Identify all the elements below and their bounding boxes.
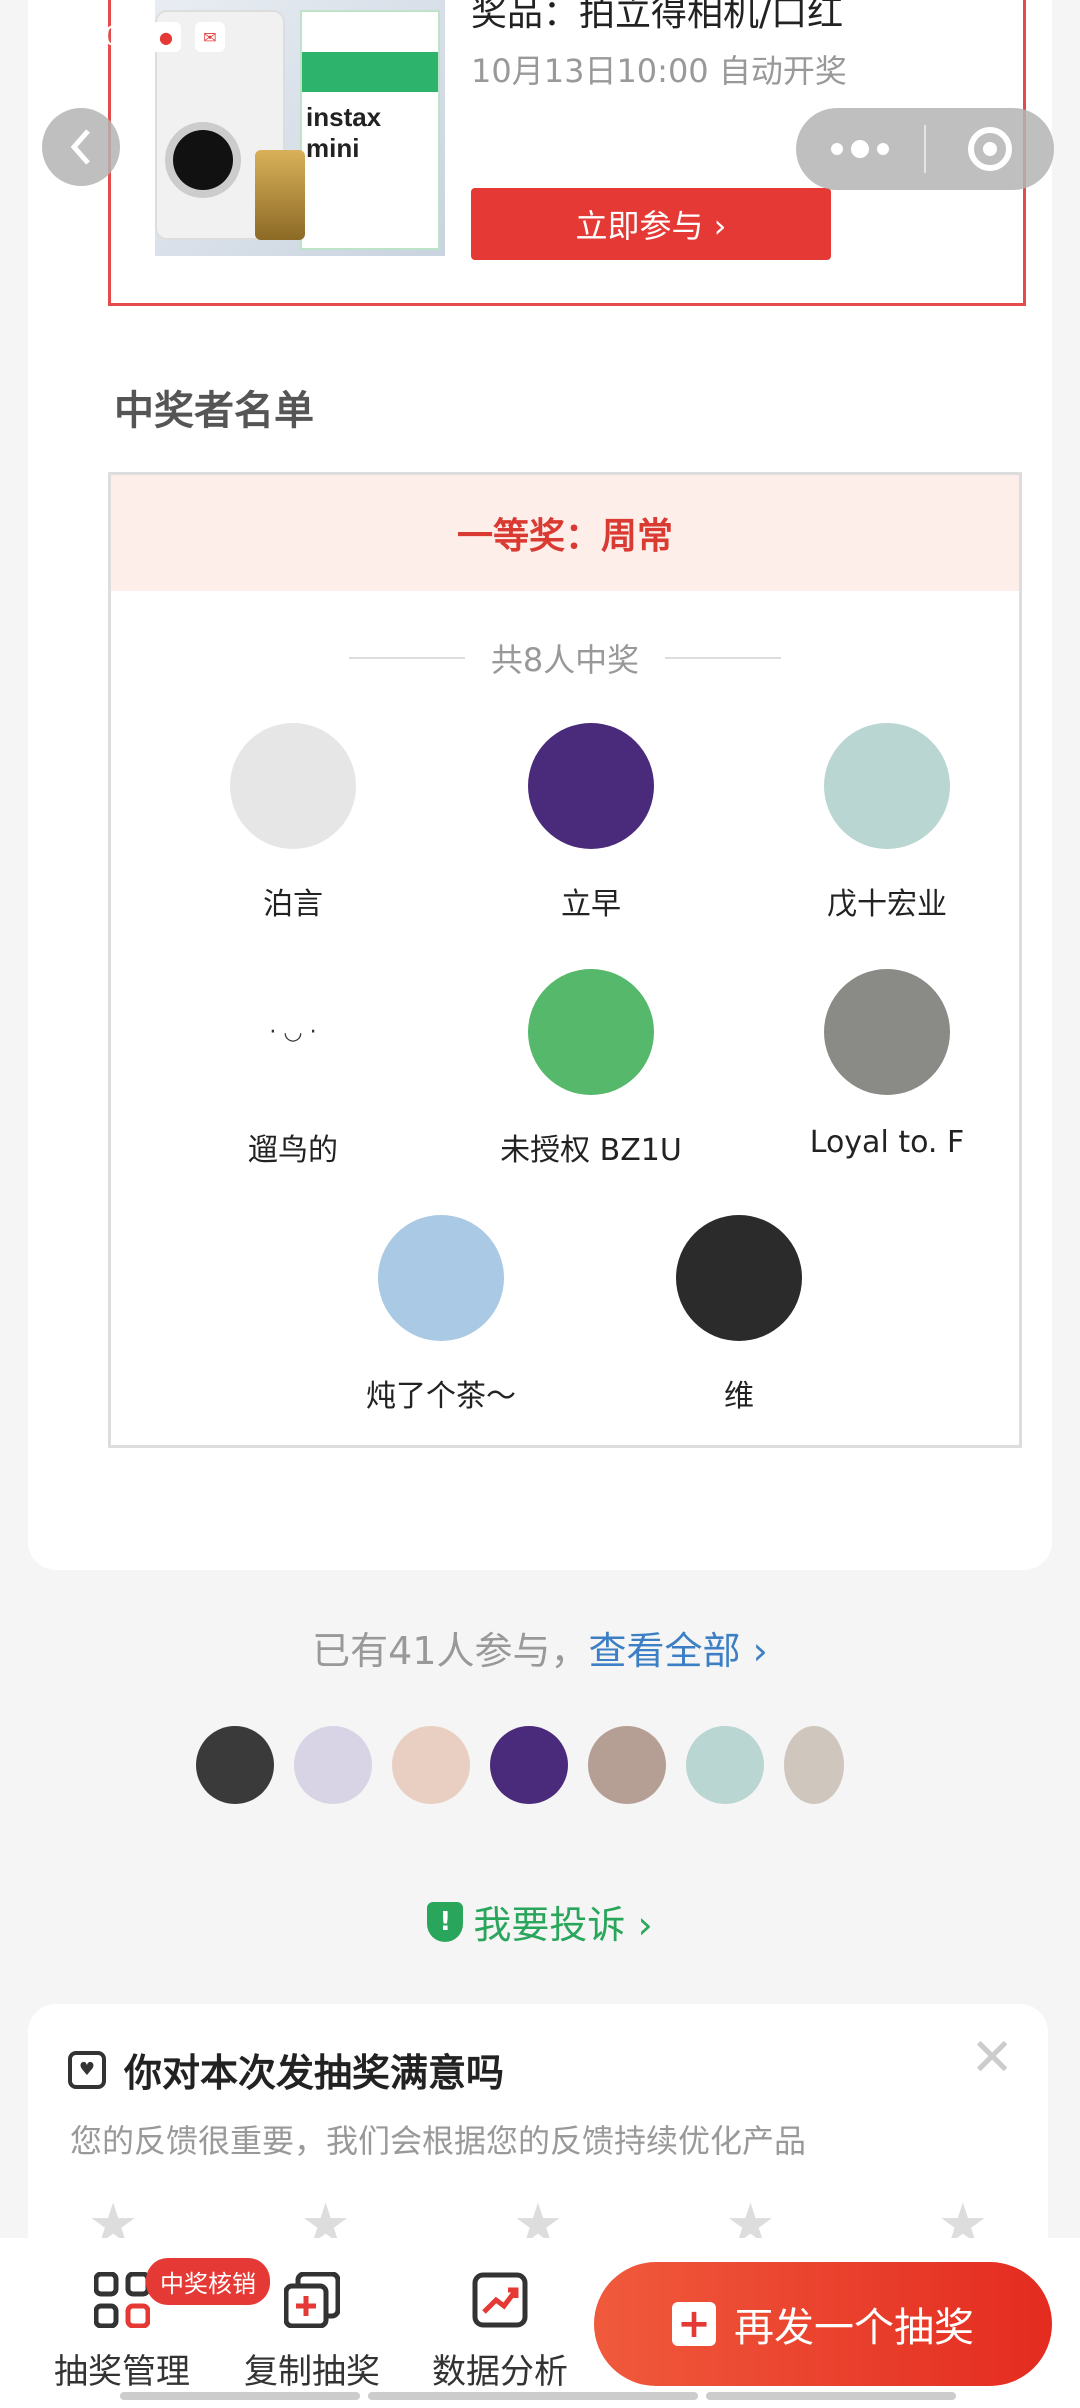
avatar <box>676 1215 802 1341</box>
winner-item: 未授权 BZ1U <box>471 969 711 1169</box>
lipstick-image <box>255 150 305 240</box>
participant-avatars[interactable] <box>196 1726 844 1804</box>
avatar <box>378 1215 504 1341</box>
home-indicator <box>120 2392 960 2400</box>
lottery-card: instax mini 奖品：拍立得相机/口红 10月13日10:00 自动开奖… <box>28 0 1052 1570</box>
winner-name: Loyal to. F <box>809 1125 965 1160</box>
feedback-title-label: 你对本次发抽奖满意吗 <box>124 2051 505 2095</box>
chevron-left-icon <box>70 129 90 165</box>
mini-program-capsule <box>796 108 1054 190</box>
status-time: 11:09 <box>62 22 137 52</box>
winner-item: 泊言 <box>173 723 413 923</box>
plus-icon: + <box>672 2301 716 2347</box>
avatar <box>294 1726 372 1804</box>
winner-item: 维 <box>619 1215 859 1415</box>
avatar <box>784 1726 844 1804</box>
tab-data-analysis[interactable]: 数据分析 <box>410 2272 590 2393</box>
prize-draw-time: 10月13日10:00 自动开奖 <box>471 52 847 90</box>
tab-label: 复制抽奖 <box>244 2352 380 2392</box>
winner-name: 未授权 BZ1U <box>500 1133 682 1168</box>
feedback-subtitle: 您的反馈很重要，我们会根据您的反馈持续优化产品 <box>70 2122 807 2160</box>
trend-chart-icon <box>472 2272 528 2328</box>
shield-icon: ! <box>427 1901 464 1942</box>
winners-section-title: 中奖者名单 <box>114 388 314 434</box>
avatar <box>230 723 356 849</box>
close-icon[interactable]: ✕ <box>970 2028 1014 2088</box>
heart-icon: ♥ <box>68 2050 106 2089</box>
winners-list: 一等奖：周常 共8人中奖 泊言 立早 戊十宏业 · ◡ · 遛鸟的 未授权 BZ… <box>108 472 1022 1448</box>
film-brand: instax mini <box>306 102 382 163</box>
copy-icon <box>283 2271 341 2329</box>
mail-notification-icon: ✉ <box>194 22 225 52</box>
winner-name: 立早 <box>561 887 621 922</box>
grid-icon <box>93 2271 151 2329</box>
avatar <box>528 723 654 849</box>
tab-label: 抽奖管理 <box>54 2352 190 2392</box>
complain-label: 我要投诉 › <box>473 1903 653 1947</box>
participants-text: 已有41人参与， <box>312 1629 589 1673</box>
winner-name: 遛鸟的 <box>248 1133 338 1168</box>
winner-item: · ◡ · 遛鸟的 <box>173 969 413 1169</box>
prize-title: 奖品：拍立得相机/口红 <box>471 0 844 34</box>
complain-link[interactable]: ! 我要投诉 › <box>0 1894 1080 1949</box>
status-bar: 11:09 ● ✉ <box>62 22 225 52</box>
target-icon <box>968 127 1012 171</box>
winner-name: 泊言 <box>263 887 323 922</box>
avatar <box>588 1726 666 1804</box>
avatar <box>196 1726 274 1804</box>
more-dots-icon <box>831 143 843 155</box>
winner-name: 戊十宏业 <box>827 887 947 922</box>
film-pack-image: instax mini <box>300 10 440 250</box>
avatar <box>686 1726 764 1804</box>
app-notification-icon: ● <box>150 22 181 52</box>
tab-label: 数据分析 <box>432 2352 568 2392</box>
prize-tier: 一等奖：周常 <box>111 475 1019 591</box>
avatar: · ◡ · <box>230 969 356 1095</box>
more-button[interactable] <box>796 108 924 190</box>
back-button[interactable] <box>42 108 120 186</box>
bottom-toolbar: 抽奖管理 中奖核销 复制抽奖 数据分析 + 再发一个抽奖 <box>0 2238 1080 2408</box>
avatar <box>490 1726 568 1804</box>
winner-item: 立早 <box>471 723 711 923</box>
close-mini-program-button[interactable] <box>926 127 1054 171</box>
participants-summary: 已有41人参与，查看全部 › <box>0 1620 1080 1675</box>
winner-count-label: 共8人中奖 <box>490 641 640 679</box>
view-all-link[interactable]: 查看全部 › <box>589 1629 768 1673</box>
winner-item: 炖了个茶～ <box>321 1215 561 1415</box>
avatar <box>392 1726 470 1804</box>
avatar <box>528 969 654 1095</box>
winner-name: 炖了个茶～ <box>366 1379 516 1414</box>
winner-count: 共8人中奖 <box>111 635 1019 681</box>
join-button[interactable]: 立即参与 › <box>471 188 831 260</box>
winner-name: 维 <box>724 1379 754 1414</box>
tab-copy-lottery[interactable]: 复制抽奖 <box>222 2271 402 2393</box>
new-lottery-label: 再发一个抽奖 <box>734 2305 974 2351</box>
avatar <box>824 969 950 1095</box>
new-lottery-button[interactable]: + 再发一个抽奖 <box>594 2262 1052 2386</box>
winner-item: 戊十宏业 <box>767 723 1007 923</box>
avatar <box>824 723 950 849</box>
feedback-title: ♥ 你对本次发抽奖满意吗 <box>68 2042 504 2097</box>
winner-item: Loyal to. F <box>767 969 1007 1160</box>
